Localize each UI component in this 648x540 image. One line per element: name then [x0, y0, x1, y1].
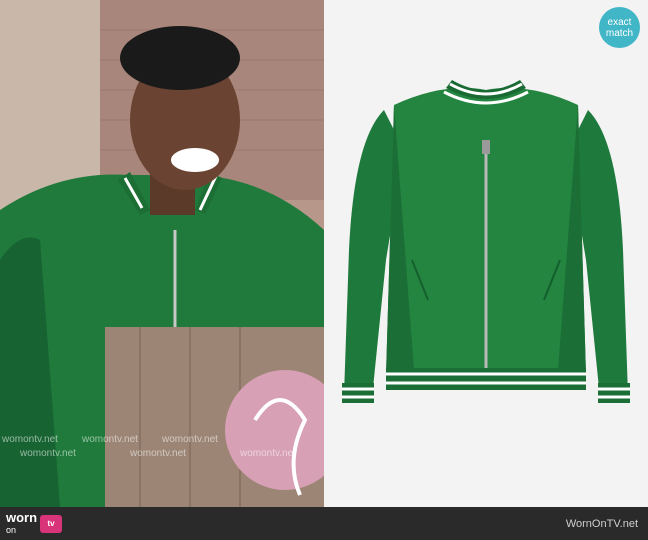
- logo-word: worn: [6, 509, 38, 525]
- wornontv-logo[interactable]: worn on tv: [6, 509, 63, 536]
- badge-line-1: exact: [607, 16, 632, 28]
- celebrity-photo: [0, 0, 324, 507]
- logo-tv: tv: [47, 519, 55, 528]
- celebrity-illustration: [0, 0, 324, 507]
- logo-on: on: [6, 524, 17, 535]
- product-photo: [324, 0, 648, 507]
- logo-wordmark: worn on: [6, 509, 38, 536]
- bomber-jacket-illustration: [342, 80, 630, 403]
- site-footer-bar: worn on tv WornOnTV.net: [0, 507, 648, 540]
- tv-icon: tv: [40, 514, 63, 533]
- exact-match-badge: exact match: [599, 7, 640, 48]
- badge-line-2: match: [605, 27, 634, 39]
- site-name[interactable]: WornOnTV.net: [566, 518, 638, 530]
- outfit-image-frame: womontv.net womontv.net womontv.net womo…: [0, 0, 648, 507]
